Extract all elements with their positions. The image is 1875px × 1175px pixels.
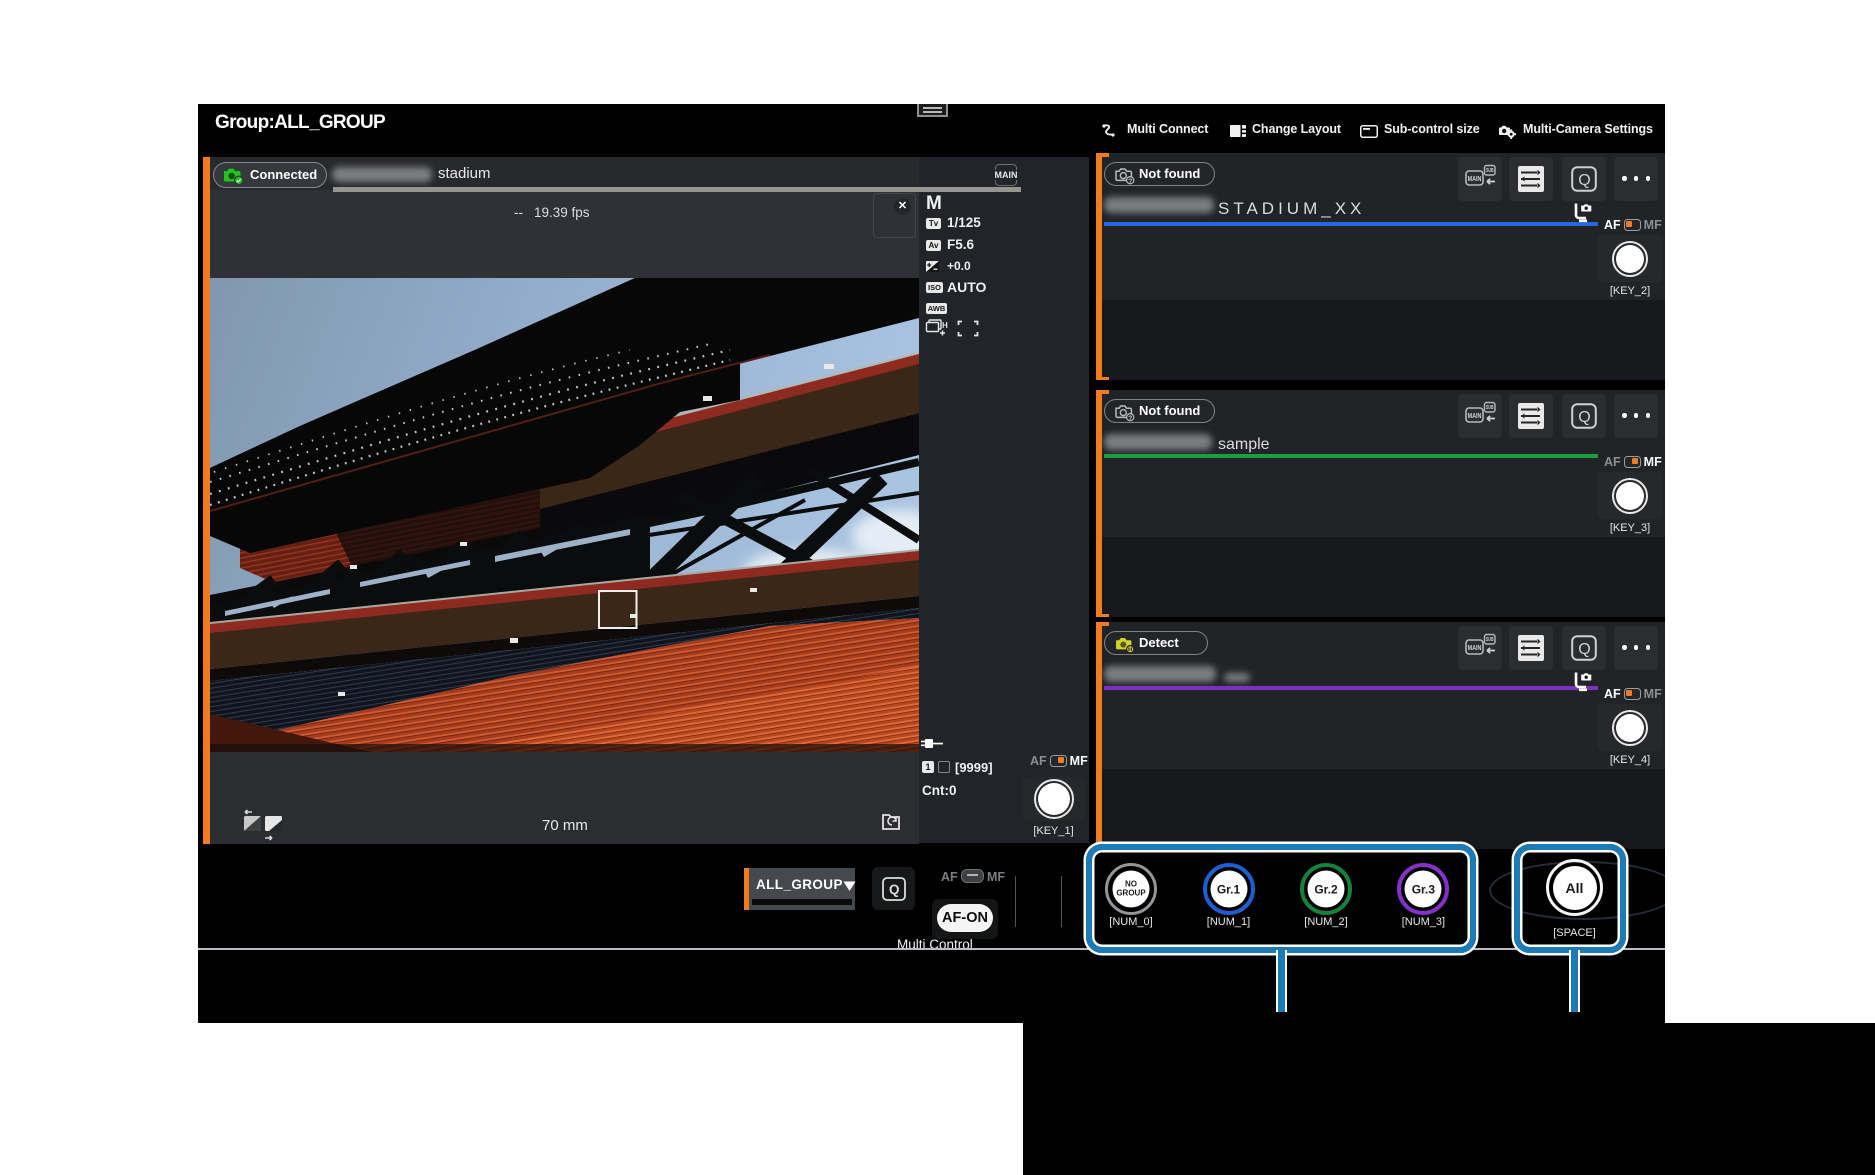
svg-text:SUB: SUB xyxy=(1486,405,1494,411)
svg-text:?: ? xyxy=(1128,415,1132,422)
svg-text:Q: Q xyxy=(889,882,900,897)
svg-text:MAIN: MAIN xyxy=(1468,176,1482,183)
svg-text:MAIN: MAIN xyxy=(1468,645,1482,652)
svg-text:Q: Q xyxy=(1578,641,1590,658)
svg-text:SUB: SUB xyxy=(1486,168,1494,174)
svg-text:?: ? xyxy=(1128,178,1132,185)
svg-text:SUB: SUB xyxy=(1486,637,1494,643)
svg-text:MAIN: MAIN xyxy=(1468,413,1482,420)
svg-text:Q: Q xyxy=(1578,409,1590,426)
svg-text:Q: Q xyxy=(1578,172,1590,189)
svg-text:H: H xyxy=(942,321,948,330)
